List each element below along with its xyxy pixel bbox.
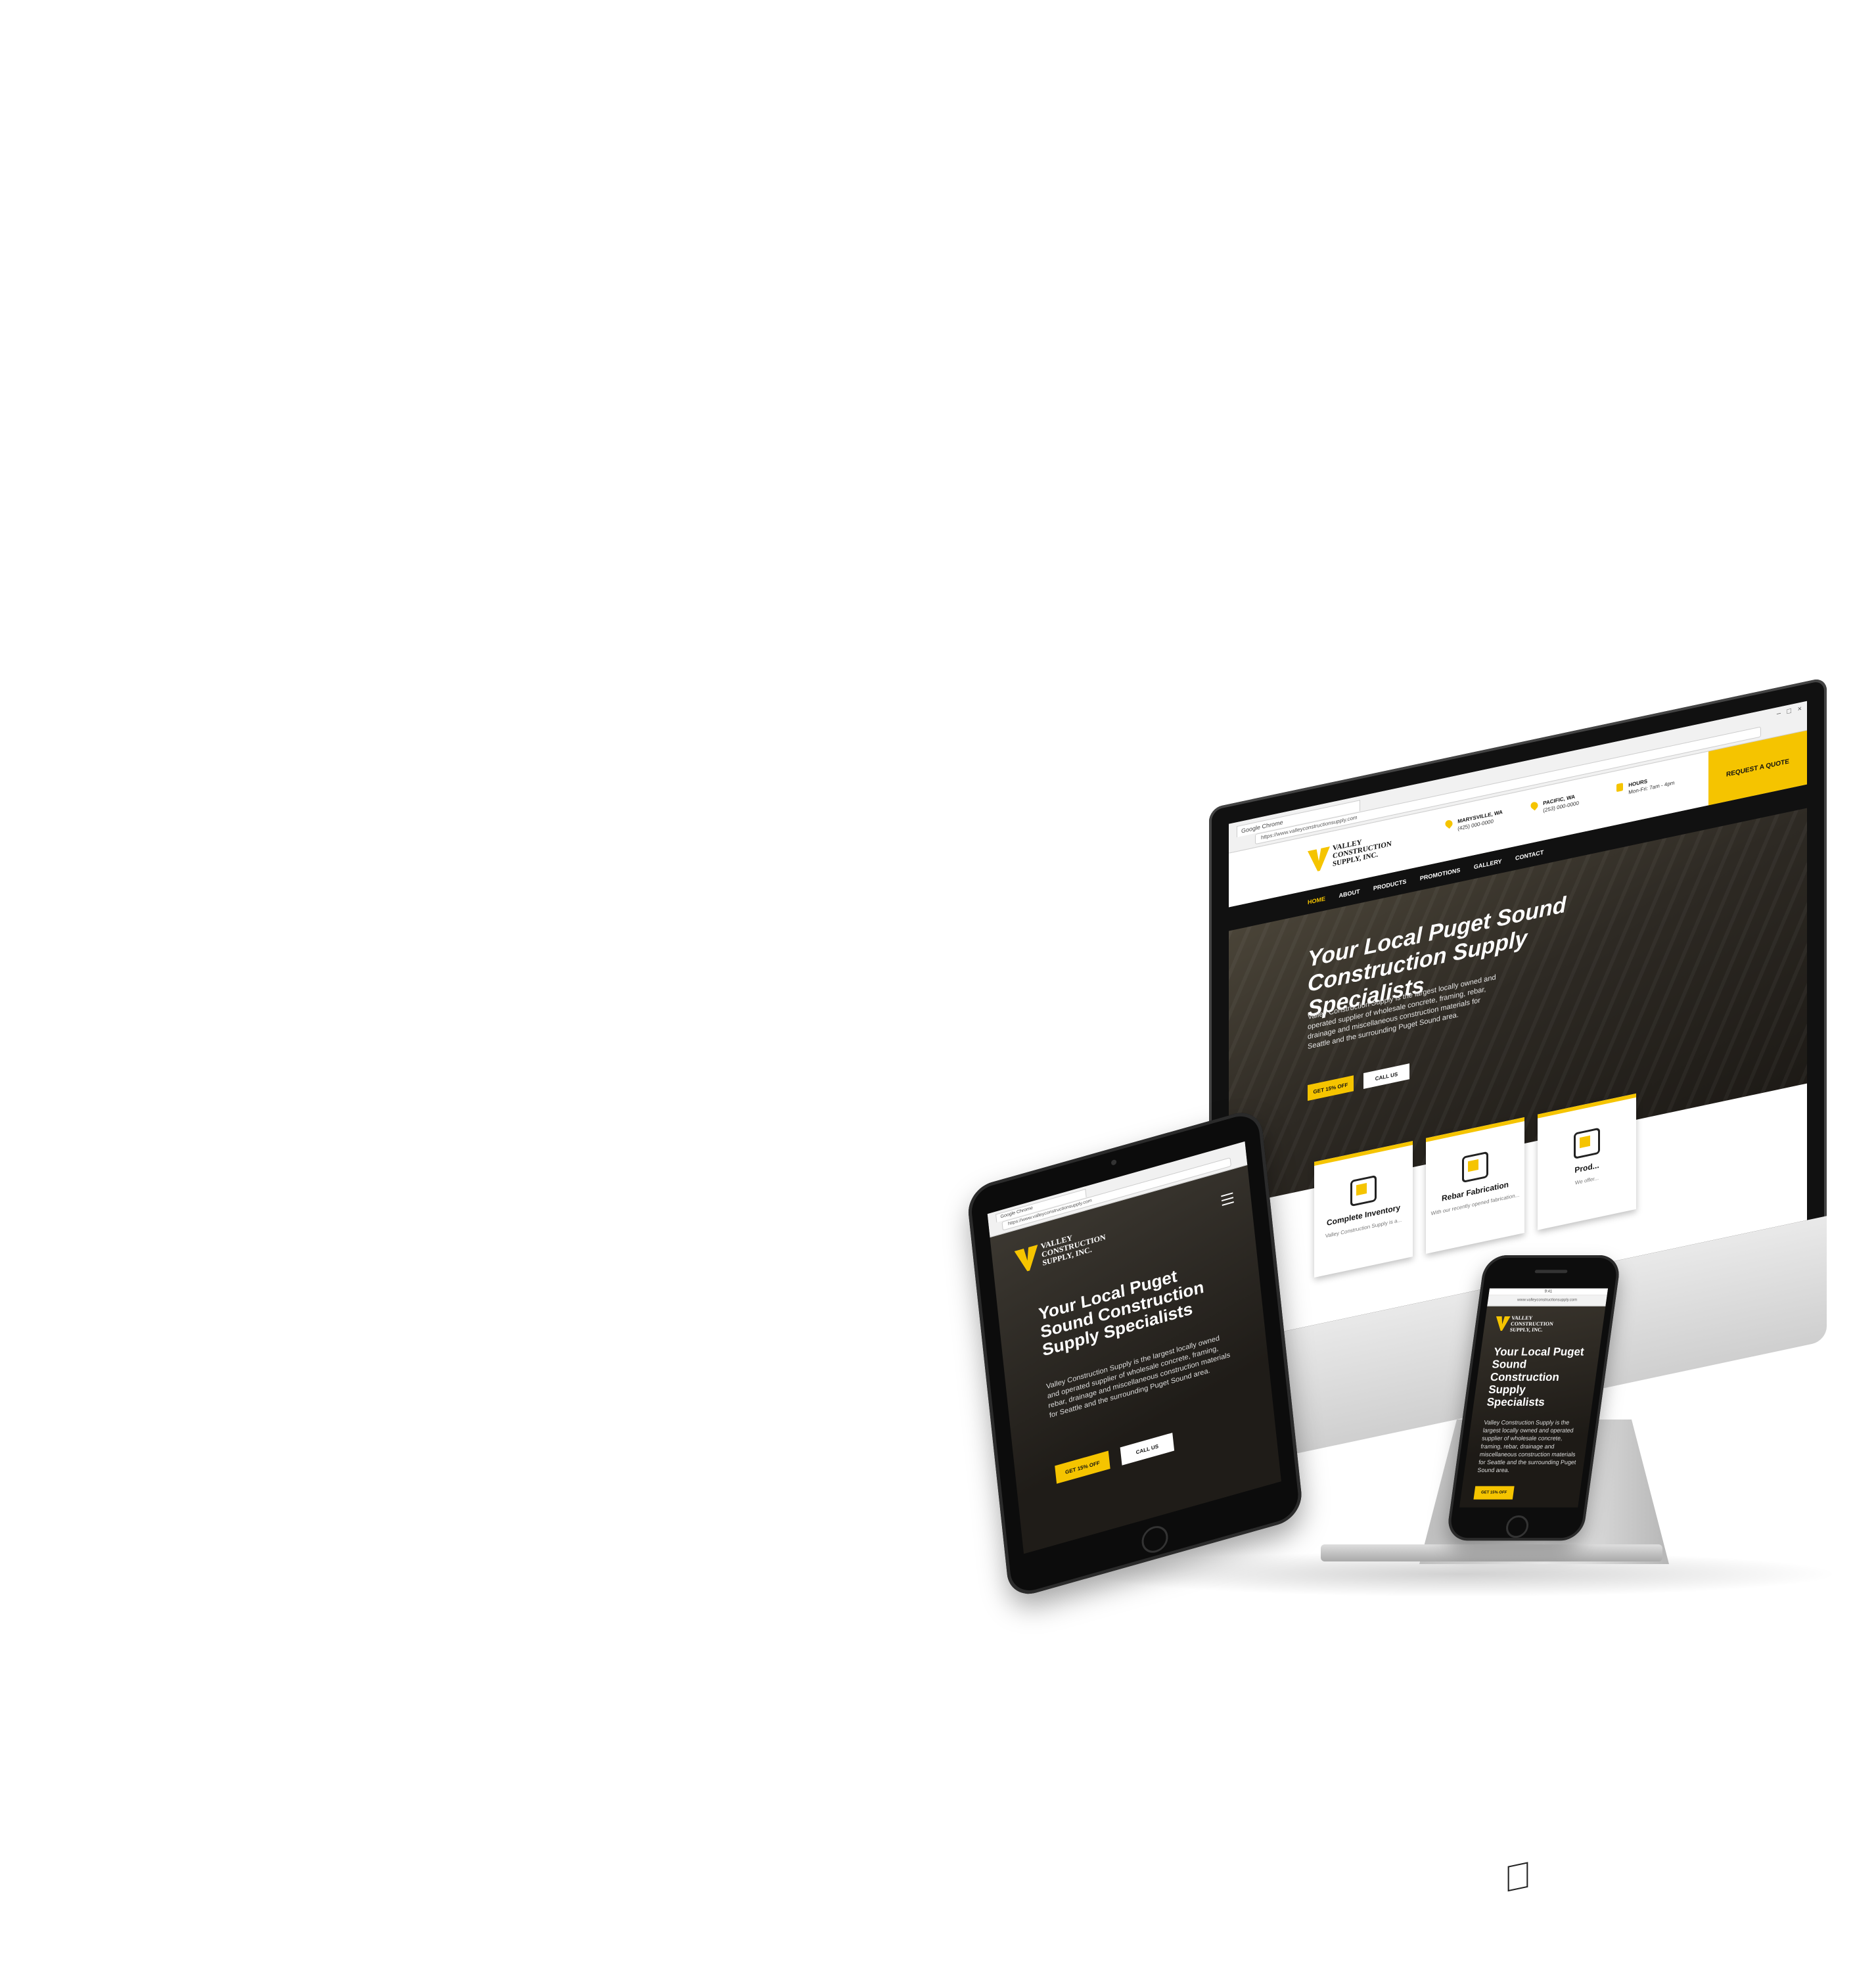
get-discount-button[interactable]: GET 15% OFF [1473, 1486, 1515, 1500]
logo-v-icon [1015, 1245, 1041, 1274]
contact-hours: HOURS Mon-Fri: 7am - 4pm [1616, 772, 1674, 798]
location-pin-icon [1444, 818, 1454, 829]
status-bar-time: 9:41 [1488, 1288, 1609, 1295]
tablet-device: Google Chrome https://www.valleyconstruc… [966, 1107, 1304, 1600]
tablet-screen: Google Chrome https://www.valleyconstruc… [987, 1141, 1281, 1554]
contact-marysville[interactable]: MARYSVILLE, WA (425) 000-0000 [1444, 808, 1503, 835]
hamburger-menu-icon[interactable] [1221, 1192, 1234, 1206]
site-logo[interactable]: VALLEY CONSTRUCTION SUPPLY, INC. [1492, 1312, 1575, 1344]
rebar-icon [1462, 1151, 1488, 1184]
location-pin-icon [1529, 800, 1540, 811]
logo-text: VALLEY CONSTRUCTION SUPPLY, INC. [1509, 1314, 1554, 1333]
logo-v-icon [1308, 846, 1330, 873]
contact-pacific[interactable]: PACIFIC, WA (253) 000-0000 [1529, 792, 1579, 817]
address-bar[interactable]: www.valleyconstructionsupply.com [1487, 1295, 1607, 1306]
logo-text: VALLEY CONSTRUCTION SUPPLY, INC. [1333, 838, 1392, 869]
nav-home[interactable]: HOME [1308, 887, 1325, 914]
feature-card[interactable]: Prod... We offer... [1538, 1093, 1636, 1230]
close-icon[interactable]: × [1798, 704, 1802, 713]
speaker-grille [1534, 1270, 1568, 1274]
inventory-icon [1350, 1174, 1377, 1207]
logo-v-icon [1494, 1316, 1511, 1331]
feature-card[interactable]: Complete Inventory Valley Construction S… [1314, 1141, 1413, 1278]
hero-text: Valley Construction Supply is the larges… [1476, 1419, 1577, 1474]
call-us-button[interactable]: CALL US [1363, 1063, 1409, 1090]
get-discount-button[interactable]: GET 15% OFF [1055, 1450, 1110, 1484]
monitor-stand-foot [1321, 1544, 1662, 1561]
site-logo[interactable]: VALLEY CONSTRUCTION SUPPLY, INC. [1308, 831, 1392, 879]
feature-card[interactable]: Rebar Fabrication With our recently open… [1426, 1117, 1524, 1254]
maximize-icon[interactable]: □ [1787, 707, 1791, 716]
site-logo[interactable]: VALLEY CONSTRUCTION SUPPLY, INC. [1014, 1225, 1106, 1278]
device-mockup-scene:  Google Chrome – □ × https://www.valley… [0, 0, 1876, 1901]
logo-text: VALLEY CONSTRUCTION SUPPLY, INC. [1040, 1232, 1107, 1268]
apple-logo-icon:  [1503, 1853, 1532, 1901]
hero-title: Your Local Puget Sound Construction Supp… [1486, 1345, 1585, 1409]
products-icon [1574, 1127, 1600, 1160]
minimize-icon[interactable]: – [1777, 709, 1781, 718]
calendar-icon [1616, 783, 1623, 793]
get-discount-button[interactable]: GET 15% OFF [1308, 1075, 1354, 1101]
call-us-button[interactable]: CALL US [1120, 1433, 1175, 1466]
